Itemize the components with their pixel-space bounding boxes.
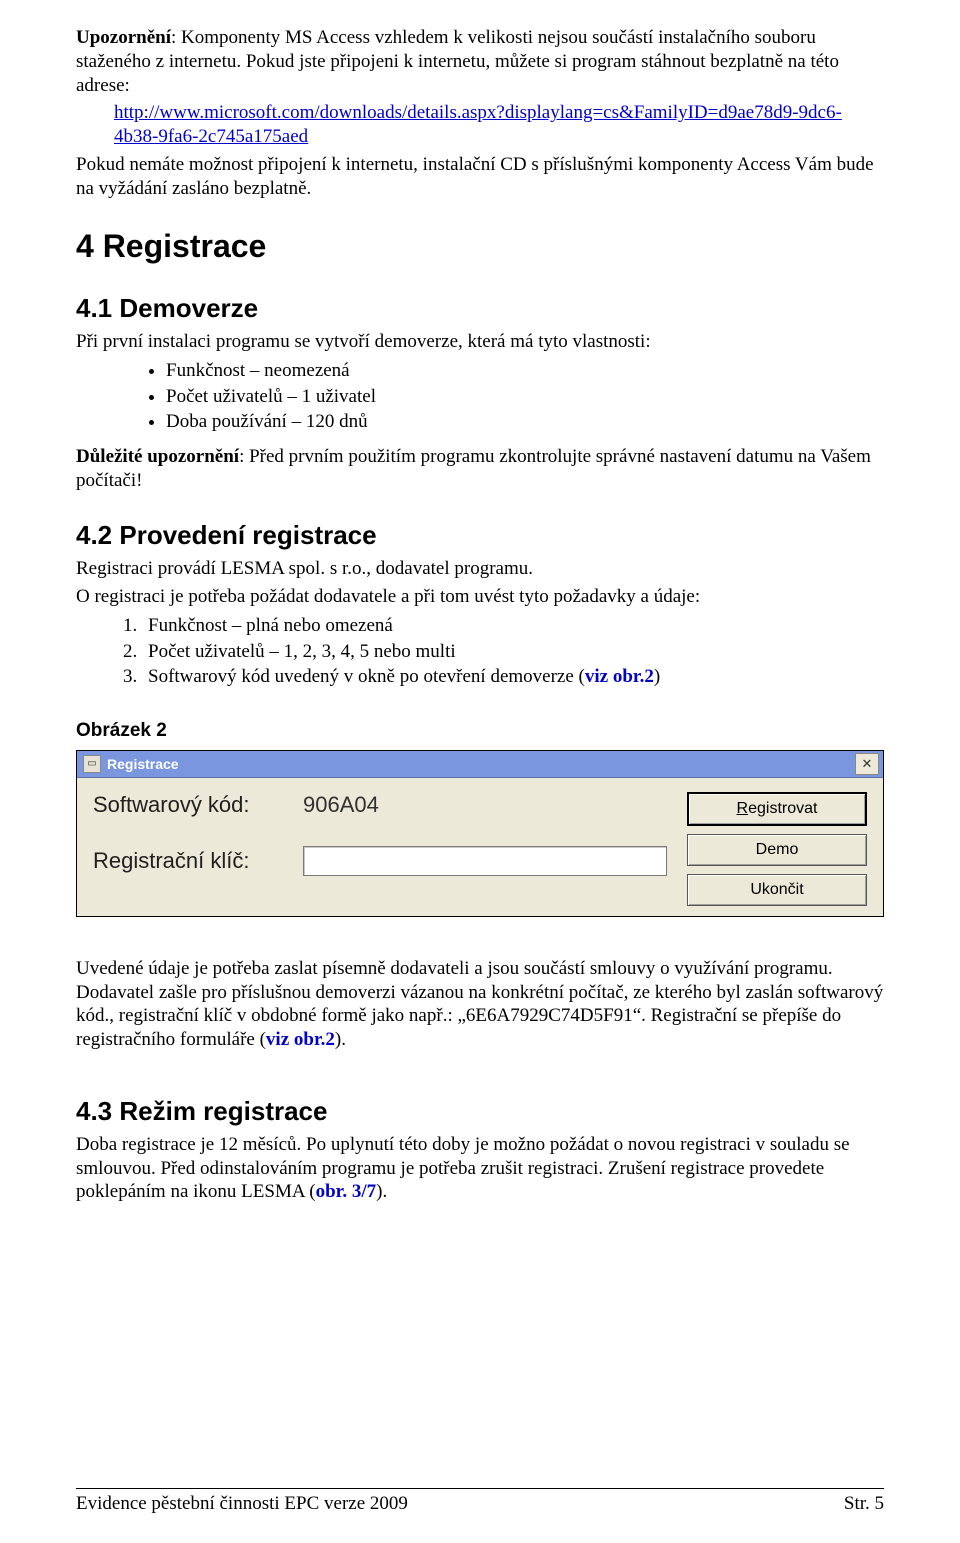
download-link-line: http://www.microsoft.com/downloads/detai… [114, 101, 884, 149]
form-icon: ▭ [83, 755, 101, 773]
register-button[interactable]: Registrovat [687, 792, 867, 826]
dialog-titlebar: ▭ Registrace ✕ [77, 751, 883, 778]
demo-bullet-1: Funkčnost – neomezená [166, 358, 884, 384]
close-icon: ✕ [862, 756, 873, 772]
important-note: Důležité upozornění: Před prvním použití… [76, 445, 884, 493]
label-reg-key: Registrační klíč: [93, 848, 303, 874]
reg-provider: Registraci provádí LESMA spol. s r.o., d… [76, 557, 884, 581]
reg-numbered-list: Funkčnost – plná nebo omezená Počet uživ… [76, 613, 884, 690]
reg-item-3-a: Softwarový kód uvedený v okně po otevřen… [148, 666, 585, 687]
close-dialog-button[interactable]: Ukončit [687, 874, 867, 906]
demo-bullet-2: Počet uživatelů – 1 uživatel [166, 384, 884, 410]
dialog-buttons: Registrovat Demo Ukončit [687, 792, 867, 906]
intro-paragraph: Upozornění: Komponenty MS Access vzhlede… [76, 26, 884, 97]
page: Upozornění: Komponenty MS Access vzhlede… [0, 0, 960, 1543]
important-note-lead: Důležité upozornění [76, 446, 239, 467]
reg-item-3: Softwarový kód uvedený v okně po otevřen… [142, 664, 884, 690]
intro-text: : Komponenty MS Access vzhledem k veliko… [76, 27, 839, 96]
heading-4: 4 Registrace [76, 228, 884, 265]
heading-4-1: 4.1 Demoverze [76, 293, 884, 324]
dialog-title: Registrace [107, 756, 179, 772]
demo-bullets: Funkčnost – neomezená Počet uživatelů – … [76, 358, 884, 435]
intro-paragraph-2: Pokud nemáte možnost připojení k interne… [76, 153, 884, 201]
registration-dialog: ▭ Registrace ✕ Softwarový kód: 906A04 Re… [76, 750, 884, 917]
demo-lead: Při první instalaci programu se vytvoří … [76, 330, 884, 354]
heading-4-2: 4.2 Provedení registrace [76, 520, 884, 551]
row-code: Softwarový kód: 906A04 [93, 792, 667, 818]
reg-key-input[interactable] [303, 846, 667, 876]
download-link[interactable]: http://www.microsoft.com/downloads/detai… [114, 102, 842, 147]
intro-bold: Upozornění [76, 27, 171, 48]
regime-paragraph: Doba registrace je 12 měsíců. Po uplynut… [76, 1133, 884, 1204]
heading-4-3: 4.3 Režim registrace [76, 1096, 884, 1127]
regime-a: Doba registrace je 12 měsíců. Po uplynut… [76, 1134, 850, 1203]
regime-ref: obr. 3/7 [316, 1181, 377, 1202]
reg-requirements: O registraci je potřeba požádat dodavate… [76, 585, 884, 609]
value-software-code: 906A04 [303, 792, 667, 818]
after-ref: viz obr.2 [266, 1029, 335, 1050]
reg-item-1: Funkčnost – plná nebo omezená [142, 613, 884, 639]
figure-caption-2: Obrázek 2 [76, 720, 884, 742]
demo-bullet-3: Doba používání – 120 dnů [166, 409, 884, 435]
register-button-underline: R [737, 800, 749, 818]
register-button-rest: egistrovat [748, 800, 817, 818]
footer-left: Evidence pěstební činnosti EPC verze 200… [76, 1493, 408, 1515]
after-a: Uvedené údaje je potřeba zaslat písemně … [76, 958, 883, 1050]
footer-right: Str. 5 [844, 1493, 884, 1515]
row-key: Registrační klíč: [93, 846, 667, 876]
reg-item-3-b: ) [654, 666, 660, 687]
close-button[interactable]: ✕ [855, 753, 879, 775]
demo-button[interactable]: Demo [687, 834, 867, 866]
page-footer: Evidence pěstební činnosti EPC verze 200… [76, 1488, 884, 1515]
after-b: ). [335, 1029, 346, 1050]
reg-item-3-ref: viz obr.2 [585, 666, 654, 687]
regime-b: ). [376, 1181, 387, 1202]
reg-item-2: Počet uživatelů – 1, 2, 3, 4, 5 nebo mul… [142, 639, 884, 665]
after-dialog-paragraph: Uvedené údaje je potřeba zaslat písemně … [76, 957, 884, 1052]
label-software-code: Softwarový kód: [93, 792, 303, 818]
dialog-body: Softwarový kód: 906A04 Registrační klíč:… [77, 778, 883, 916]
dialog-left: Softwarový kód: 906A04 Registrační klíč: [93, 792, 667, 906]
